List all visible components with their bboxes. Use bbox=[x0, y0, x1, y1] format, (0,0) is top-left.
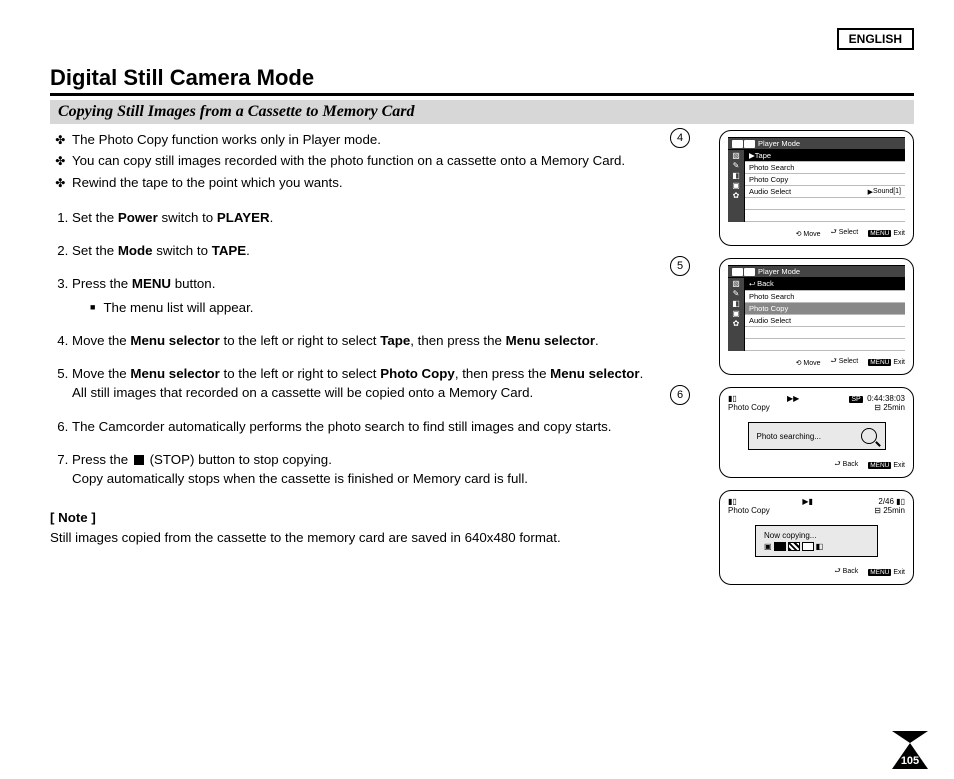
battery-icon: ▮▯ bbox=[728, 394, 737, 403]
step-3: Press the MENU button. The menu list wil… bbox=[72, 274, 684, 317]
intro-bullets: The Photo Copy function works only in Pl… bbox=[50, 130, 684, 192]
hint-select: ⮐ Select bbox=[831, 357, 859, 368]
lcd-mode-label: Photo Copy bbox=[728, 403, 770, 412]
hint-move: ⟲ Move bbox=[796, 359, 821, 367]
step-4: Move the Menu selector to the left or ri… bbox=[72, 331, 684, 350]
hint-back: ⮐ Back bbox=[834, 567, 858, 578]
hint-move: ⟲ Move bbox=[796, 230, 821, 238]
step-2: Set the Mode switch to TAPE. bbox=[72, 241, 684, 260]
copying-text: Now copying... bbox=[764, 531, 816, 540]
remaining-time: ⊟ 25min bbox=[874, 403, 905, 412]
menu-opt-audio-select: Audio Select▶Sound[1] bbox=[745, 186, 905, 198]
menu-icon-col: ▧✎◧▣✿ bbox=[728, 278, 745, 351]
sp-badge: SP bbox=[849, 396, 862, 403]
play-pause-icon: ▶▮ bbox=[802, 497, 813, 506]
menu-opt-photo-copy-selected: Photo Copy bbox=[745, 303, 905, 315]
menu-icon-col: ▧✎◧▣✿ bbox=[728, 150, 745, 222]
bullet-item: You can copy still images recorded with … bbox=[72, 151, 684, 170]
step-1: Set the Power switch to PLAYER. bbox=[72, 208, 684, 227]
hint-exit: MENU Exit bbox=[868, 569, 905, 576]
photo-count: 2/46 bbox=[878, 497, 894, 506]
step-7-line2: Copy automatically stops when the casset… bbox=[72, 469, 684, 488]
step-6: The Camcorder automatically performs the… bbox=[72, 417, 684, 436]
menu-header: Player Mode bbox=[728, 138, 905, 150]
magnifier-icon bbox=[861, 428, 877, 444]
step-3-sub: The menu list will appear. bbox=[90, 298, 684, 317]
menu-opt-tape: ▶Tape bbox=[745, 150, 905, 162]
camcorder-icon bbox=[732, 268, 755, 276]
hint-exit: MENU Exit bbox=[868, 462, 905, 469]
note-heading: [ Note ] bbox=[50, 508, 684, 527]
menu-opt-photo-search: Photo Search bbox=[745, 291, 905, 303]
section-subtitle: Copying Still Images from a Cassette to … bbox=[50, 100, 914, 124]
screen-menu-photo-copy: Player Mode ▧✎◧▣✿ ⮠ Back Photo Search Ph… bbox=[719, 258, 914, 375]
callout-6: 6 bbox=[670, 385, 690, 405]
language-badge: ENGLISH bbox=[837, 28, 914, 50]
menu-opt-photo-search: Photo Search bbox=[745, 162, 905, 174]
step-list: Set the Power switch to PLAYER. Set the … bbox=[50, 208, 684, 489]
menu-opt-photo-copy: Photo Copy bbox=[745, 174, 905, 186]
bullet-item: Rewind the tape to the point which you w… bbox=[72, 173, 684, 192]
menu-opt-audio-select: Audio Select bbox=[745, 315, 905, 327]
step-7: Press the (STOP) button to stop copying.… bbox=[72, 450, 684, 489]
copy-progress-icon: ▣ ◧ bbox=[764, 542, 823, 551]
step-5: Move the Menu selector to the left or ri… bbox=[72, 364, 684, 403]
screen-photo-searching: ▮▯ ▶▶ SP 0:44:38:03 Photo Copy ⊟ 25min P… bbox=[719, 387, 914, 478]
hint-exit: MENU Exit bbox=[868, 359, 905, 366]
page-title: Digital Still Camera Mode bbox=[50, 65, 914, 96]
note-text: Still images copied from the cassette to… bbox=[50, 528, 684, 547]
hint-exit: MENU Exit bbox=[868, 230, 905, 237]
menu-opt-back: ⮠ Back bbox=[745, 278, 905, 291]
hint-back: ⮐ Back bbox=[834, 460, 858, 471]
remaining-time: ⊟ 25min bbox=[874, 506, 905, 515]
screen-menu-tape: Player Mode ▧✎◧▣✿ ▶Tape Photo Search Pho… bbox=[719, 130, 914, 246]
callout-4: 4 bbox=[670, 128, 690, 148]
searching-text: Photo searching... bbox=[757, 432, 821, 441]
fast-forward-icon: ▶▶ bbox=[787, 394, 799, 403]
camcorder-icon bbox=[732, 140, 755, 148]
step-5-line2: All still images that recorded on a cass… bbox=[72, 383, 684, 402]
stop-icon bbox=[134, 455, 144, 465]
callout-5: 5 bbox=[670, 256, 690, 276]
hint-select: ⮐ Select bbox=[831, 228, 859, 239]
timecode: 0:44:38:03 bbox=[867, 394, 905, 403]
menu-header: Player Mode bbox=[728, 266, 905, 278]
bullet-item: The Photo Copy function works only in Pl… bbox=[72, 130, 684, 149]
battery-icon: ▮▯ bbox=[728, 497, 737, 506]
lcd-mode-label: Photo Copy bbox=[728, 506, 770, 515]
screen-now-copying: ▮▯ ▶▮ 2/46 ▮▯ Photo Copy ⊟ 25min Now cop… bbox=[719, 490, 914, 585]
